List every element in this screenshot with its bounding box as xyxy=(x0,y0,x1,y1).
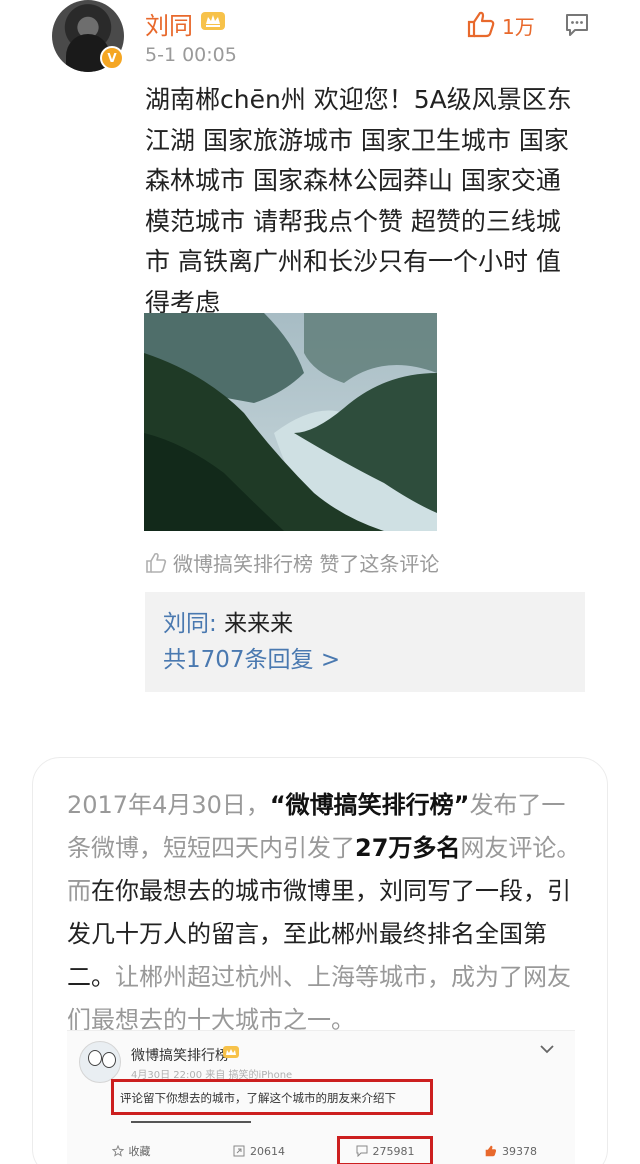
star-icon xyxy=(111,1145,124,1157)
liked-by-notice: 微博搞笑排行榜 赞了这条评论 xyxy=(145,548,439,577)
username[interactable]: 刘同 xyxy=(145,6,193,41)
comment-card: V 刘同 5-1 00:05 1万 湖南郴chēn州 欢迎您！5A级风景区东江湖… xyxy=(0,0,640,708)
embed-action-bar: 收藏 20614 275981 39378 xyxy=(67,1135,575,1164)
like-action: 39378 xyxy=(447,1145,575,1158)
reply-separator: : xyxy=(209,611,225,637)
vip-crown-icon xyxy=(201,12,225,30)
article-paragraph: 2017年4月30日，“微博搞笑排行榜”发布了一条微博，短短四天内引发了27万多… xyxy=(67,784,587,1042)
view-replies-link[interactable]: 共1707条回复 > xyxy=(163,642,567,678)
river-canyon-image xyxy=(144,313,437,531)
vip-crown-icon xyxy=(223,1046,239,1058)
reply-box[interactable]: 刘同: 来来来 共1707条回复 > xyxy=(145,592,585,692)
article-text-3: 让郴州超过杭州、上海等城市，成为了网友们最想去的十大城市之一。 xyxy=(67,963,571,1034)
timestamp: 5-1 00:05 xyxy=(145,44,237,66)
reply-preview: 刘同: 来来来 xyxy=(163,606,567,642)
like-count-embed: 39378 xyxy=(502,1144,537,1158)
thumbs-up-icon[interactable] xyxy=(466,10,496,38)
embed-username: 微博搞笑排行榜 xyxy=(131,1048,229,1064)
verified-badge: V xyxy=(100,46,124,70)
article-date: 2017年4月30日， xyxy=(67,791,270,819)
reply-author[interactable]: 刘同 xyxy=(163,611,209,637)
favorite-action: 收藏 xyxy=(67,1143,195,1159)
article-highlight: 27万多名 xyxy=(355,834,461,862)
article-card: 2017年4月30日，“微博搞笑排行榜”发布了一条微博，短短四天内引发了27万多… xyxy=(32,757,608,1164)
like-count: 1万 xyxy=(502,15,535,39)
divider xyxy=(131,1121,251,1123)
comment-count: 275981 xyxy=(372,1144,415,1158)
thumbs-up-icon xyxy=(485,1145,497,1157)
comment-text: 湖南郴chēn州 欢迎您！5A级风景区东江湖 国家旅游城市 国家卫生城市 国家森… xyxy=(145,85,572,317)
reply-text: 来来来 xyxy=(224,611,294,637)
repost-action: 20614 xyxy=(195,1145,323,1158)
embedded-weibo-screenshot: 微博搞笑排行榜 4月30日 22:00 来自 搞笑的iPhone 评论留下你想去… xyxy=(67,1030,575,1164)
thumbs-up-icon xyxy=(146,552,167,573)
liked-by-text: 微博搞笑排行榜 赞了这条评论 xyxy=(173,552,440,576)
comment-icon xyxy=(356,1145,367,1157)
favorite-label: 收藏 xyxy=(128,1145,151,1158)
comment-action: 275981 xyxy=(337,1136,433,1164)
reply-icon[interactable] xyxy=(564,12,590,38)
chevron-down-icon xyxy=(540,1045,554,1054)
highlighted-post-text: 评论留下你想去的城市，了解这个城市的朋友来介绍下 xyxy=(111,1079,433,1115)
landscape-photo[interactable] xyxy=(144,313,437,531)
article-quote: “微博搞笑排行榜” xyxy=(269,791,470,819)
repost-count: 20614 xyxy=(250,1144,285,1158)
repost-icon xyxy=(233,1145,245,1157)
embed-avatar xyxy=(79,1041,121,1083)
